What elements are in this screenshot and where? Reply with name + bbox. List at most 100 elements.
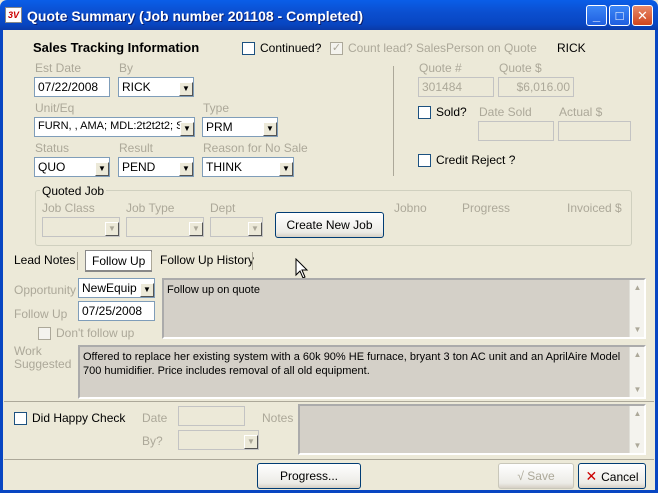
reason-dropdown[interactable]: THINK ▼ — [202, 157, 294, 177]
chevron-down-icon[interactable]: ▼ — [244, 435, 258, 449]
tab-follow-up-history[interactable]: Follow Up History — [154, 250, 260, 272]
scroll-down-icon[interactable]: ▼ — [630, 438, 644, 453]
count-lead-checkbox: ✓ — [330, 42, 343, 55]
scroll-down-icon[interactable]: ▼ — [630, 322, 644, 337]
status-value: QUO — [38, 160, 66, 174]
credit-reject-checkbox[interactable] — [418, 154, 431, 167]
happy-by-dropdown[interactable]: ▼ — [178, 430, 259, 450]
cancel-button[interactable]: ✕ Cancel — [578, 463, 646, 489]
happy-check-checkbox[interactable] — [14, 412, 27, 425]
continued-checkbox[interactable] — [242, 42, 255, 55]
sold-checkbox[interactable] — [418, 106, 431, 119]
status-label: Status — [35, 141, 70, 155]
dont-follow-label: Don't follow up — [56, 326, 135, 340]
progress-button[interactable]: Progress... — [257, 463, 361, 489]
create-new-job-button[interactable]: Create New Job — [275, 212, 384, 238]
est-date-input[interactable]: 07/22/2008 — [34, 77, 110, 97]
cancel-label: Cancel — [601, 470, 639, 484]
type-value: PRM — [206, 120, 233, 134]
scroll-down-icon[interactable]: ▼ — [630, 382, 644, 397]
salesperson-label: SalesPerson on Quote — [416, 41, 537, 55]
est-date-label: Est Date — [35, 61, 82, 75]
job-class-label: Job Class — [42, 201, 95, 215]
maximize-icon[interactable]: □ — [609, 5, 630, 26]
job-class-dropdown[interactable]: ▼ — [42, 217, 120, 237]
work-suggested-label: Work Suggested — [14, 344, 72, 371]
job-type-label: Job Type — [126, 201, 175, 215]
save-button: √ Save — [498, 463, 574, 489]
title-bar[interactable]: 3V Quote Summary (Job number 201108 - Co… — [0, 0, 658, 30]
quoted-job-title: Quoted Job — [40, 184, 107, 198]
happy-date-label: Date — [142, 411, 168, 425]
dept-label: Dept — [210, 201, 236, 215]
chevron-down-icon[interactable]: ▼ — [95, 162, 109, 176]
salesperson-value: RICK — [557, 41, 586, 55]
job-type-dropdown[interactable]: ▼ — [126, 217, 204, 237]
unit-label: Unit/Eq — [35, 101, 75, 115]
jobno-label: Jobno — [394, 201, 427, 215]
status-dropdown[interactable]: QUO ▼ — [34, 157, 110, 177]
scrollbar[interactable]: ▲ ▼ — [629, 406, 644, 453]
checkmark-icon: √ — [517, 469, 528, 483]
vertical-divider — [393, 66, 394, 176]
followup-notes-textarea[interactable]: Follow up on quote ▲ ▼ — [162, 278, 646, 339]
dont-follow-checkbox — [38, 327, 51, 340]
chevron-down-icon[interactable]: ▼ — [248, 222, 262, 236]
quote-num-field: 301484 — [418, 77, 494, 97]
happy-date-field — [178, 406, 245, 426]
happy-check-label: Did Happy Check — [32, 411, 126, 425]
tab-divider — [77, 252, 78, 270]
mouse-cursor-icon — [295, 258, 309, 279]
opportunity-value: NewEquip — [82, 281, 137, 295]
followup-date-input[interactable]: 07/25/2008 — [78, 301, 155, 321]
chevron-down-icon[interactable]: ▼ — [140, 283, 154, 297]
by-value: RICK — [122, 80, 151, 94]
chevron-down-icon[interactable]: ▼ — [180, 122, 194, 136]
progress-label: Progress — [462, 201, 511, 215]
section-divider — [4, 459, 654, 460]
chevron-down-icon[interactable]: ▼ — [179, 82, 193, 96]
chevron-down-icon[interactable]: ▼ — [179, 162, 193, 176]
reason-label: Reason for No Sale — [203, 141, 308, 155]
close-icon[interactable]: ✕ — [632, 5, 653, 26]
scroll-up-icon[interactable]: ▲ — [630, 406, 644, 421]
count-lead-label: Count lead? — [348, 41, 413, 55]
window-title: Quote Summary (Job number 201108 - Compl… — [27, 8, 364, 24]
type-dropdown[interactable]: PRM ▼ — [202, 117, 278, 137]
continued-label: Continued? — [260, 41, 322, 55]
tab-follow-up[interactable]: Follow Up — [85, 250, 153, 272]
save-label: Save — [527, 469, 555, 483]
scrollbar[interactable]: ▲ ▼ — [629, 280, 644, 337]
date-sold-label: Date Sold — [479, 105, 532, 119]
happy-notes-textarea[interactable]: ▲ ▼ — [298, 404, 646, 455]
unit-dropdown[interactable]: FURN, , AMA; MDL:2t2t2t2; S ▼ — [34, 117, 195, 137]
chevron-down-icon[interactable]: ▼ — [279, 162, 293, 176]
actual-field — [558, 121, 631, 141]
happy-by-label: By? — [142, 434, 163, 448]
invoiced-label: Invoiced $ — [567, 201, 622, 215]
chevron-down-icon[interactable]: ▼ — [263, 122, 277, 136]
section-divider — [4, 401, 654, 402]
scrollbar[interactable]: ▲ ▼ — [629, 347, 644, 397]
chevron-down-icon[interactable]: ▼ — [189, 222, 203, 236]
scroll-up-icon[interactable]: ▲ — [630, 280, 644, 295]
result-dropdown[interactable]: PEND ▼ — [118, 157, 194, 177]
reason-value: THINK — [206, 160, 242, 174]
scroll-up-icon[interactable]: ▲ — [630, 347, 644, 362]
dept-dropdown[interactable]: ▼ — [210, 217, 263, 237]
cancel-x-icon: ✕ — [585, 468, 602, 484]
minimize-icon[interactable]: _ — [586, 5, 607, 26]
tab-lead-notes[interactable]: Lead Notes — [8, 250, 81, 272]
chevron-down-icon[interactable]: ▼ — [105, 222, 119, 236]
unit-value: FURN, , AMA; MDL:2t2t2t2; S — [38, 120, 184, 132]
quote-num-label: Quote # — [419, 61, 462, 75]
work-suggested-textarea[interactable]: Offered to replace her existing system w… — [78, 345, 646, 399]
opportunity-dropdown[interactable]: NewEquip ▼ — [78, 278, 155, 298]
date-sold-field — [478, 121, 554, 141]
work-suggested-text: Offered to replace her existing system w… — [83, 351, 621, 377]
tab-divider — [252, 252, 253, 270]
by-dropdown[interactable]: RICK ▼ — [118, 77, 194, 97]
result-value: PEND — [122, 160, 156, 174]
quote-amt-field: $6,016.00 — [498, 77, 574, 97]
tab-divider — [151, 252, 152, 270]
